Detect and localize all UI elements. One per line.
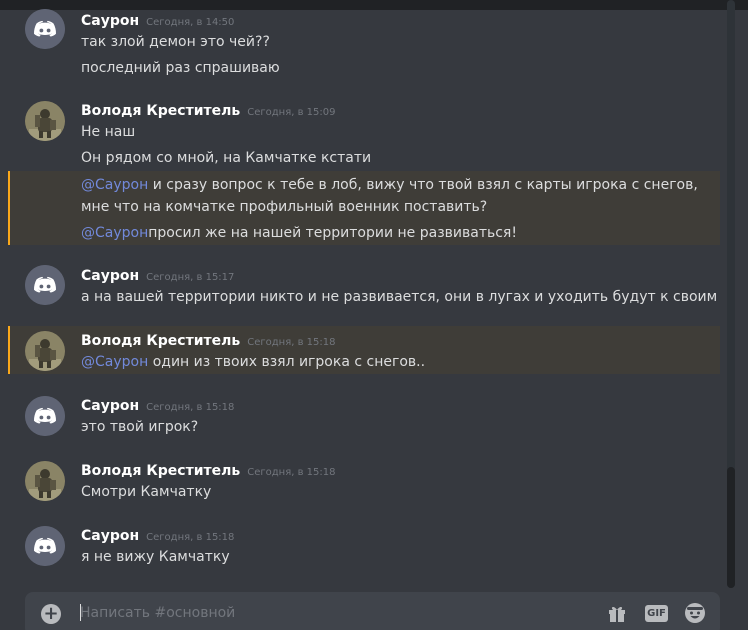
emoji-icon[interactable]: [684, 602, 706, 624]
message-text: я не вижу Камчатку: [81, 549, 230, 565]
user-mention[interactable]: @Саурон: [81, 225, 148, 241]
username[interactable]: Володя Креститель: [81, 103, 240, 119]
user-mention[interactable]: @Саурон: [81, 177, 148, 193]
message-text-part: и сразу вопрос к тебе в лоб, вижу что тв…: [148, 177, 698, 193]
message-header: Саурон Сегодня, в 15:17: [81, 266, 234, 287]
message-text: так злой демон это чей??: [81, 34, 270, 50]
timestamp: Сегодня, в 15:18: [146, 402, 235, 413]
timestamp: Сегодня, в 15:09: [247, 107, 336, 118]
username[interactable]: Саурон: [81, 13, 139, 29]
avatar[interactable]: [25, 461, 65, 501]
mention-accent-bar: [8, 171, 10, 245]
timestamp: Сегодня, в 15:18: [247, 337, 336, 348]
message-header: Саурон Сегодня, в 15:18: [81, 396, 234, 417]
avatar[interactable]: [25, 396, 65, 436]
username[interactable]: Володя Креститель: [81, 463, 240, 479]
message-text: Он рядом со мной, на Камчатке кстати: [81, 150, 372, 166]
message-text: @Саурон один из твоих взял игрока с снег…: [81, 353, 425, 371]
avatar[interactable]: [25, 331, 65, 371]
user-mention[interactable]: @Саурон: [81, 354, 148, 370]
avatar[interactable]: [25, 9, 65, 49]
timestamp: Сегодня, в 15:18: [146, 532, 235, 543]
message-text: это твой игрок?: [81, 419, 199, 435]
gif-button[interactable]: GIF: [645, 605, 668, 622]
timestamp: Сегодня, в 15:17: [146, 272, 235, 283]
discord-logo-icon: [25, 265, 65, 305]
chat-window: Саурон Сегодня, в 14:50 так злой демон эт…: [0, 0, 748, 630]
message-text: последний раз спрашиваю: [81, 60, 280, 76]
scrollbar-thumb[interactable]: [727, 467, 735, 588]
message-input[interactable]: [80, 602, 580, 624]
username[interactable]: Саурон: [81, 528, 139, 544]
message-header: Саурон Сегодня, в 15:18: [81, 526, 234, 547]
username[interactable]: Саурон: [81, 398, 139, 414]
avatar[interactable]: [25, 265, 65, 305]
user-photo-icon: [25, 331, 65, 371]
avatar[interactable]: [25, 526, 65, 566]
discord-logo-icon: [25, 9, 65, 49]
mention-accent-bar: [8, 326, 10, 374]
message-header: Володя Креститель Сегодня, в 15:09: [81, 101, 335, 122]
discord-logo-icon: [25, 526, 65, 566]
username[interactable]: Володя Креститель: [81, 333, 240, 349]
message-text: @Саурон и сразу вопрос к тебе в лоб, виж…: [81, 176, 698, 194]
message-composer: + GIF: [25, 592, 720, 630]
timestamp: Сегодня, в 15:18: [247, 467, 336, 478]
gift-icon[interactable]: [607, 603, 627, 623]
text-caret: [80, 604, 81, 621]
message-text: Не наш: [81, 124, 136, 140]
user-photo-icon: [25, 461, 65, 501]
message-header: Саурон Сегодня, в 14:50: [81, 11, 234, 32]
username[interactable]: Саурон: [81, 268, 139, 284]
message-text-part: просил же на нашей территории не развива…: [148, 225, 517, 241]
message-header: Володя Креститель Сегодня, в 15:18: [81, 331, 335, 352]
message-text: @Сауронпросил же на нашей территории не …: [81, 224, 517, 242]
user-photo-icon: [25, 101, 65, 141]
message-text: мне что на комчатке профильный военник п…: [81, 199, 488, 215]
message-text: Смотри Камчатку: [81, 484, 212, 500]
discord-logo-icon: [25, 396, 65, 436]
add-attachment-button[interactable]: +: [41, 604, 61, 624]
message-text-part: один из твоих взял игрока с снегов..: [148, 354, 426, 370]
avatar[interactable]: [25, 101, 65, 141]
message-text: а на вашей территории никто и не развива…: [81, 289, 718, 305]
message-list: Саурон Сегодня, в 14:50 так злой демон эт…: [0, 0, 732, 588]
message-header: Володя Креститель Сегодня, в 15:18: [81, 461, 335, 482]
timestamp: Сегодня, в 14:50: [146, 17, 235, 28]
